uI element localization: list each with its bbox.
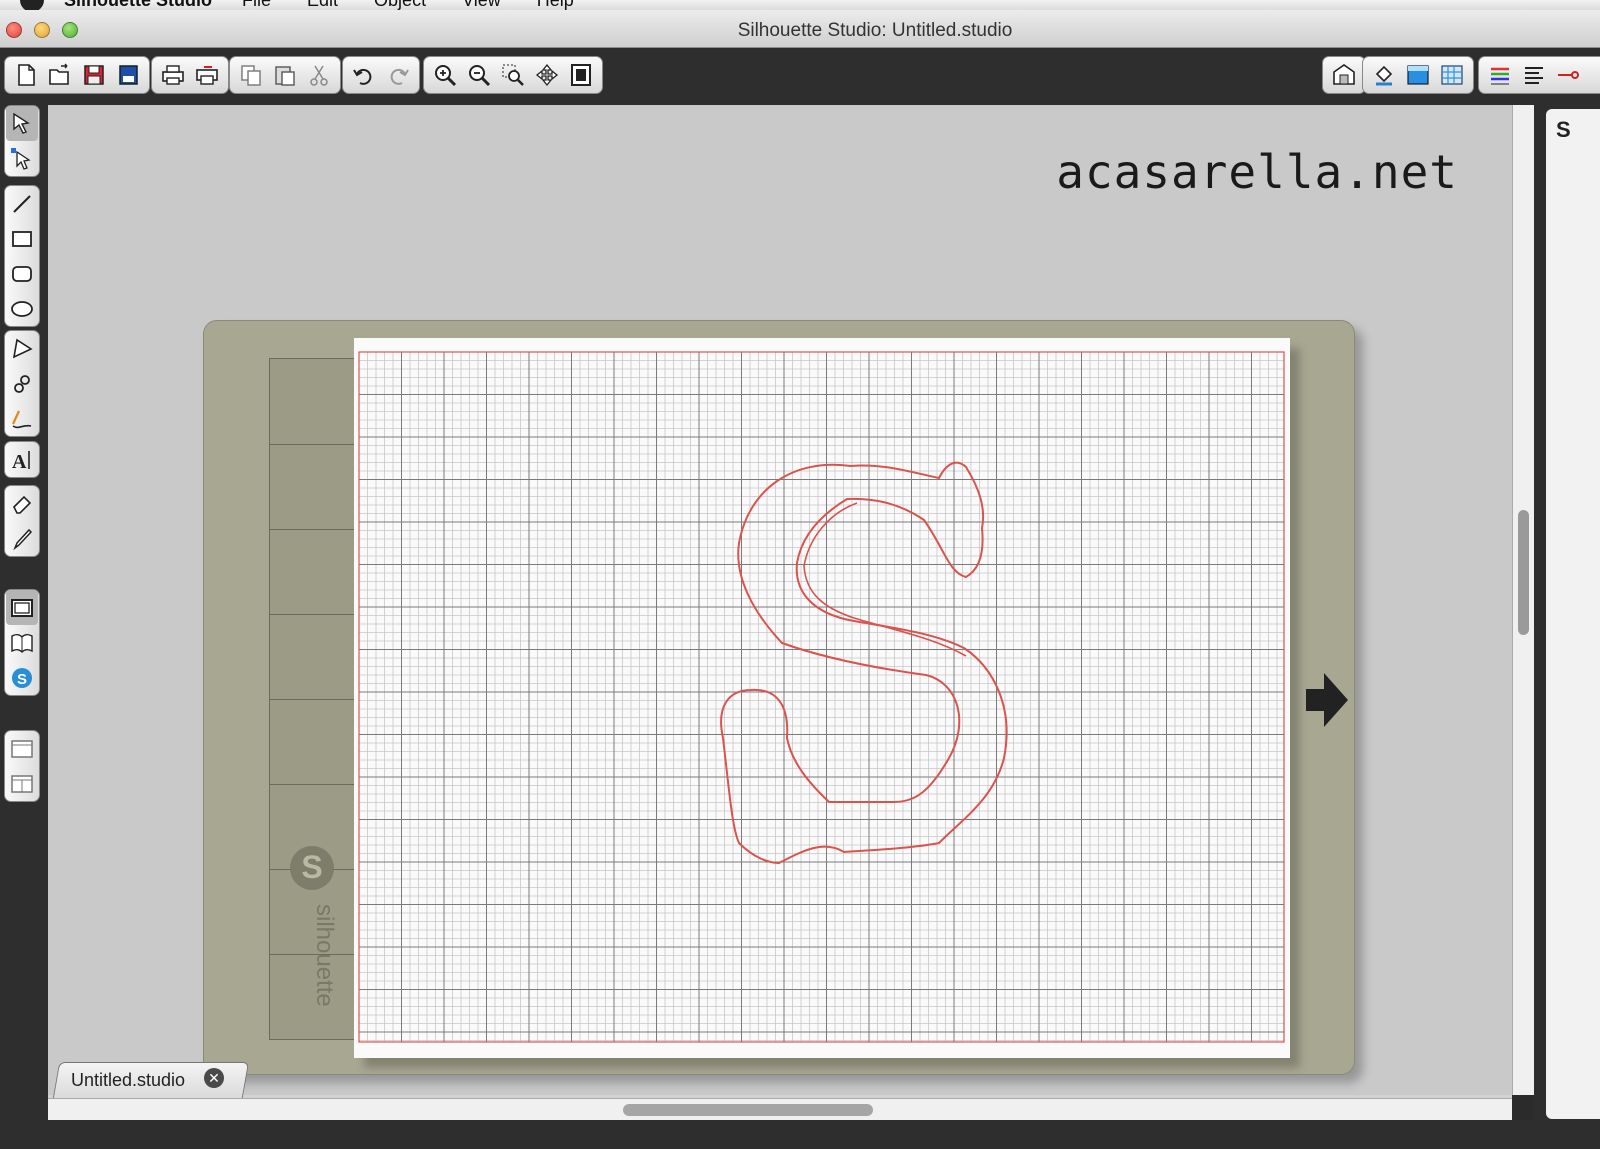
horizontal-scrollbar[interactable] <box>48 1098 1512 1120</box>
panel-tools-group: S <box>4 589 40 696</box>
rounded-rectangle-tool-icon[interactable] <box>6 256 38 291</box>
style-toolbar-group <box>1362 56 1474 94</box>
copy-icon[interactable] <box>234 59 268 91</box>
shape-tools-group <box>4 185 40 327</box>
fill-color-icon[interactable] <box>1367 59 1401 91</box>
design-canvas[interactable]: acasarella.net S silhouette <box>48 105 1512 1095</box>
window-titlebar: Silhouette Studio: Untitled.studio <box>0 10 1600 48</box>
letter-inner-contour[interactable] <box>803 502 967 657</box>
strip-line <box>270 699 360 700</box>
ellipse-tool-icon[interactable] <box>6 291 38 326</box>
side-panel-header: S <box>1556 117 1571 142</box>
strip-line <box>270 784 360 785</box>
zoom-select-icon[interactable] <box>496 59 530 91</box>
view-tools-group <box>4 730 40 802</box>
select-icon[interactable] <box>6 106 38 141</box>
single-view-icon[interactable] <box>6 731 38 766</box>
redo-icon[interactable] <box>381 59 415 91</box>
bottom-bar <box>0 1120 1600 1149</box>
vertical-scrollbar[interactable] <box>1512 105 1534 1095</box>
selection-tools-group <box>4 105 40 177</box>
curve-tool-icon[interactable] <box>6 366 38 401</box>
grid-minor-lines <box>359 352 1284 1042</box>
mac-menubar: Silhouette Studio File Edit Object View … <box>0 0 1600 10</box>
watermark-text: acasarella.net <box>1056 145 1458 199</box>
print-toolbar-group <box>151 56 229 94</box>
open-folder-icon[interactable] <box>43 59 77 91</box>
menu-edit[interactable]: Edit <box>307 0 338 10</box>
right-side-panel: S <box>1534 105 1600 1149</box>
silhouette-store-icon[interactable]: S <box>6 660 38 695</box>
new-document-icon[interactable] <box>9 59 43 91</box>
rectangle-tool-icon[interactable] <box>6 221 38 256</box>
document-tab-label[interactable]: Untitled.studio <box>71 1070 185 1091</box>
line-color-icon[interactable] <box>1401 59 1435 91</box>
fill-pattern-icon[interactable] <box>1435 59 1469 91</box>
knife-tool-icon[interactable] <box>6 521 38 556</box>
pan-icon[interactable] <box>530 59 564 91</box>
eraser-tool-icon[interactable] <box>6 486 38 521</box>
text-tools-group: A <box>4 441 40 478</box>
strip-line <box>270 444 360 445</box>
line-style-icon[interactable] <box>1483 59 1517 91</box>
split-view-icon[interactable] <box>6 766 38 801</box>
close-tab-icon[interactable]: ✕ <box>204 1068 224 1088</box>
left-toolbox: A S <box>0 105 48 1149</box>
svg-text:S: S <box>17 671 27 688</box>
freehand-tool-icon[interactable] <box>6 401 38 436</box>
save-to-library-icon[interactable] <box>111 59 145 91</box>
letter-outline[interactable] <box>720 461 1008 865</box>
line-tool-icon[interactable] <box>6 186 38 221</box>
undo-icon[interactable] <box>347 59 381 91</box>
apple-menu-icon[interactable] <box>20 0 44 10</box>
window-title: Silhouette Studio: Untitled.studio <box>737 20 1013 41</box>
point-edit-icon[interactable] <box>6 141 38 176</box>
store-icon[interactable] <box>1327 59 1361 91</box>
vertical-scroll-thumb[interactable] <box>1518 510 1529 635</box>
strip-line <box>270 614 360 615</box>
menu-app-name[interactable]: Silhouette Studio <box>64 0 212 10</box>
zoom-out-icon[interactable] <box>462 59 496 91</box>
mat-ruler-strip: S silhouette <box>269 358 360 1040</box>
zoom-in-icon[interactable] <box>428 59 462 91</box>
silhouette-logo-icon: S <box>290 846 334 890</box>
print-icon[interactable] <box>156 59 190 91</box>
page-setup-icon[interactable] <box>6 590 38 625</box>
settings-toolbar-group <box>1478 56 1600 94</box>
polygon-tool-icon[interactable] <box>6 331 38 366</box>
menu-file[interactable]: File <box>242 0 271 10</box>
cut-icon[interactable] <box>302 59 336 91</box>
paper-grid <box>358 351 1285 1043</box>
menu-view[interactable]: View <box>462 0 501 10</box>
menu-help[interactable]: Help <box>537 0 574 10</box>
text-tool-icon[interactable]: A <box>6 442 38 477</box>
edit-tools-group <box>4 485 40 557</box>
draw-tools-group <box>4 330 40 437</box>
strip-line <box>270 529 360 530</box>
clipboard-toolbar-group <box>229 56 341 94</box>
store-toolbar-group <box>1322 56 1366 94</box>
svg-text:A: A <box>12 451 27 473</box>
library-icon[interactable] <box>6 625 38 660</box>
save-icon[interactable] <box>77 59 111 91</box>
side-panel-card[interactable]: S <box>1546 109 1600 1119</box>
menu-object[interactable]: Object <box>374 0 426 10</box>
fit-to-page-icon[interactable] <box>564 59 598 91</box>
horizontal-scroll-thumb[interactable] <box>623 1104 873 1116</box>
main-toolbar <box>0 49 1600 105</box>
align-icon[interactable] <box>1517 59 1551 91</box>
mat-brand-text: silhouette <box>311 904 338 1007</box>
file-toolbar-group <box>4 56 150 94</box>
paste-icon[interactable] <box>268 59 302 91</box>
history-toolbar-group <box>342 56 420 94</box>
cut-settings-icon[interactable] <box>1551 59 1585 91</box>
feed-direction-arrow-icon <box>1306 673 1348 727</box>
zoom-toolbar-group <box>423 56 603 94</box>
virtual-paper <box>354 338 1290 1058</box>
print-cut-icon[interactable] <box>190 59 224 91</box>
